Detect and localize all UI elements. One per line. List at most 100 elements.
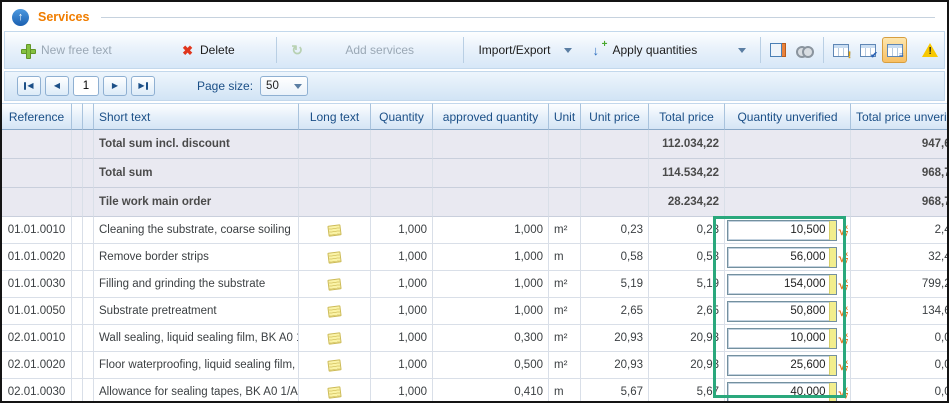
cell-total_price: 114.534,22 [649,159,725,188]
cell-quantity_unverified: 40,000 √xy [725,379,851,403]
cell-approved_quantity: 1,000 [433,217,549,244]
import-export-button[interactable]: Import/Export [468,36,581,64]
column-header-unit[interactable]: Unit [549,103,581,130]
quantity-calculation-icon[interactable]: √xy [839,331,848,345]
table-row[interactable]: 01.01.0050Substrate pretreatment1,0001,0… [2,298,949,325]
quantity-unverified-input[interactable]: 56,000 [727,247,837,268]
quantity-unverified-input[interactable]: 25,600 [727,355,837,376]
quantity-calculation-icon[interactable]: √xy [839,358,848,372]
long-text-note-icon[interactable] [327,332,341,345]
quantity-unverified-input[interactable]: 50,800 [727,301,837,322]
table-row[interactable]: 01.01.0030Filling and grinding the subst… [2,271,949,298]
toolbar: New free text ✖ Delete ↻ Add services Im… [4,31,945,69]
long-text-note-icon[interactable] [327,359,341,372]
navigate-up-icon[interactable]: ↑ [12,9,29,26]
copy-view-button[interactable] [766,37,791,63]
quantity-calculation-icon[interactable]: √xy [839,250,848,264]
page-size-select[interactable]: 50 [260,76,308,96]
cell-quantity_unverified [725,130,851,159]
long-text-note-icon[interactable] [327,386,341,399]
cell-long_text [299,379,371,403]
cell-spacer1 [72,159,83,188]
cell-total_price_unverified: 947,63 [851,130,949,159]
column-header-quantity[interactable]: Quantity [371,103,433,130]
cell-quantity [371,159,433,188]
cell-total_price_unverified: 968,78 [851,188,949,217]
column-header-reference[interactable]: Reference [2,103,72,130]
plus-icon [21,44,34,57]
next-page-button[interactable]: ▶ [103,76,127,96]
cell-spacer2 [83,188,94,217]
binoculars-button[interactable] [793,37,818,63]
column-header-approved_quantity[interactable]: approved quantity [433,103,549,130]
cell-spacer1 [72,188,83,217]
toolbar-separator [823,37,824,63]
cell-spacer1 [72,298,83,325]
column-header-short_text[interactable]: Short text [94,103,299,130]
cell-long_text [299,325,371,352]
long-text-note-icon[interactable] [327,305,341,318]
cell-total_price: 0,58 [649,244,725,271]
summary-row[interactable]: Total sum incl. discount112.034,22947,63 [2,130,949,159]
quantity-calculation-icon[interactable]: √xy [839,223,848,237]
column-header-total_price[interactable]: Total price [649,103,725,130]
column-header-quantity_unverified[interactable]: Quantity unverified [725,103,851,130]
quantity-unverified-input[interactable]: 40,000 [727,382,837,403]
long-text-note-icon[interactable] [327,278,341,291]
input-yellow-strip [829,302,836,321]
quantity-unverified-value: 40,000 [728,386,829,398]
cell-reference: 01.01.0030 [2,271,72,298]
quantity-unverified-input[interactable]: 10,000 [727,328,837,349]
cell-short_text: Cleaning the substrate, coarse soiling [94,217,299,244]
cell-quantity_unverified [725,188,851,217]
table-row[interactable]: 01.01.0020Remove border strips1,0001,000… [2,244,949,271]
cell-reference [2,188,72,217]
table-row[interactable]: 02.01.0030Allowance for sealing tapes, B… [2,379,949,403]
first-page-button[interactable]: ◀ [17,76,41,96]
long-text-note-icon[interactable] [327,224,341,237]
quantity-unverified-input[interactable]: 154,000 [727,274,837,295]
cell-approved_quantity: 0,300 [433,325,549,352]
summary-row[interactable]: Total sum114.534,22968,78 [2,159,949,188]
column-header-unit_price[interactable]: Unit price [581,103,649,130]
column-header-total_price_unverified[interactable]: Total price unverified [851,103,949,130]
new-free-text-label: New free text [41,43,112,57]
cell-reference: 02.01.0020 [2,352,72,379]
column-header-spacer [83,103,94,130]
table-warning-view-button[interactable]: ! [829,37,854,63]
prev-page-button[interactable]: ◀ [45,76,69,96]
cell-unit_price [581,159,649,188]
cell-quantity_unverified: 50,800√xy [725,298,851,325]
cell-total_price: 0,23 [649,217,725,244]
cell-unit: m [549,244,581,271]
input-yellow-strip [829,329,836,348]
table-row[interactable]: 02.01.0020Floor waterproofing, liquid se… [2,352,949,379]
quantity-calculation-icon[interactable]: √xy [839,277,848,291]
cell-quantity: 1,000 [371,244,433,271]
page-number-input[interactable] [73,76,99,96]
pagination-nav: ◀ ◀ ▶ ▶ [17,76,155,96]
last-page-button[interactable]: ▶ [131,76,155,96]
table-row[interactable]: 02.01.0010Wall sealing, liquid sealing f… [2,325,949,352]
apply-quantities-button[interactable]: ↓+ Apply quantities [582,36,756,64]
cell-unit_price: 0,23 [581,217,649,244]
warning-triangle-icon[interactable] [922,43,938,57]
table-check-view-button[interactable]: ✔ [855,37,880,63]
cell-total_price: 112.034,22 [649,130,725,159]
long-text-note-icon[interactable] [327,251,341,264]
cell-reference [2,159,72,188]
cell-short_text: Total sum [94,159,299,188]
table-tree-view-button[interactable]: ≡ [882,37,907,63]
cell-total_price_unverified: 2,42 [851,217,949,244]
quantity-calculation-icon[interactable]: √xy [839,385,848,399]
delete-button[interactable]: ✖ Delete [172,36,272,64]
cell-quantity: 1,000 [371,352,433,379]
summary-row[interactable]: Tile work main order28.234,22968,78 [2,188,949,217]
quantity-unverified-value: 56,000 [728,251,829,263]
cell-total_price_unverified: 32,48 [851,244,949,271]
quantity-unverified-input[interactable]: 10,500 [727,220,837,241]
table-row[interactable]: 01.01.0010Cleaning the substrate, coarse… [2,217,949,244]
quantity-calculation-icon[interactable]: √xy [839,304,848,318]
column-header-long_text[interactable]: Long text [299,103,371,130]
cell-unit: m [549,379,581,403]
